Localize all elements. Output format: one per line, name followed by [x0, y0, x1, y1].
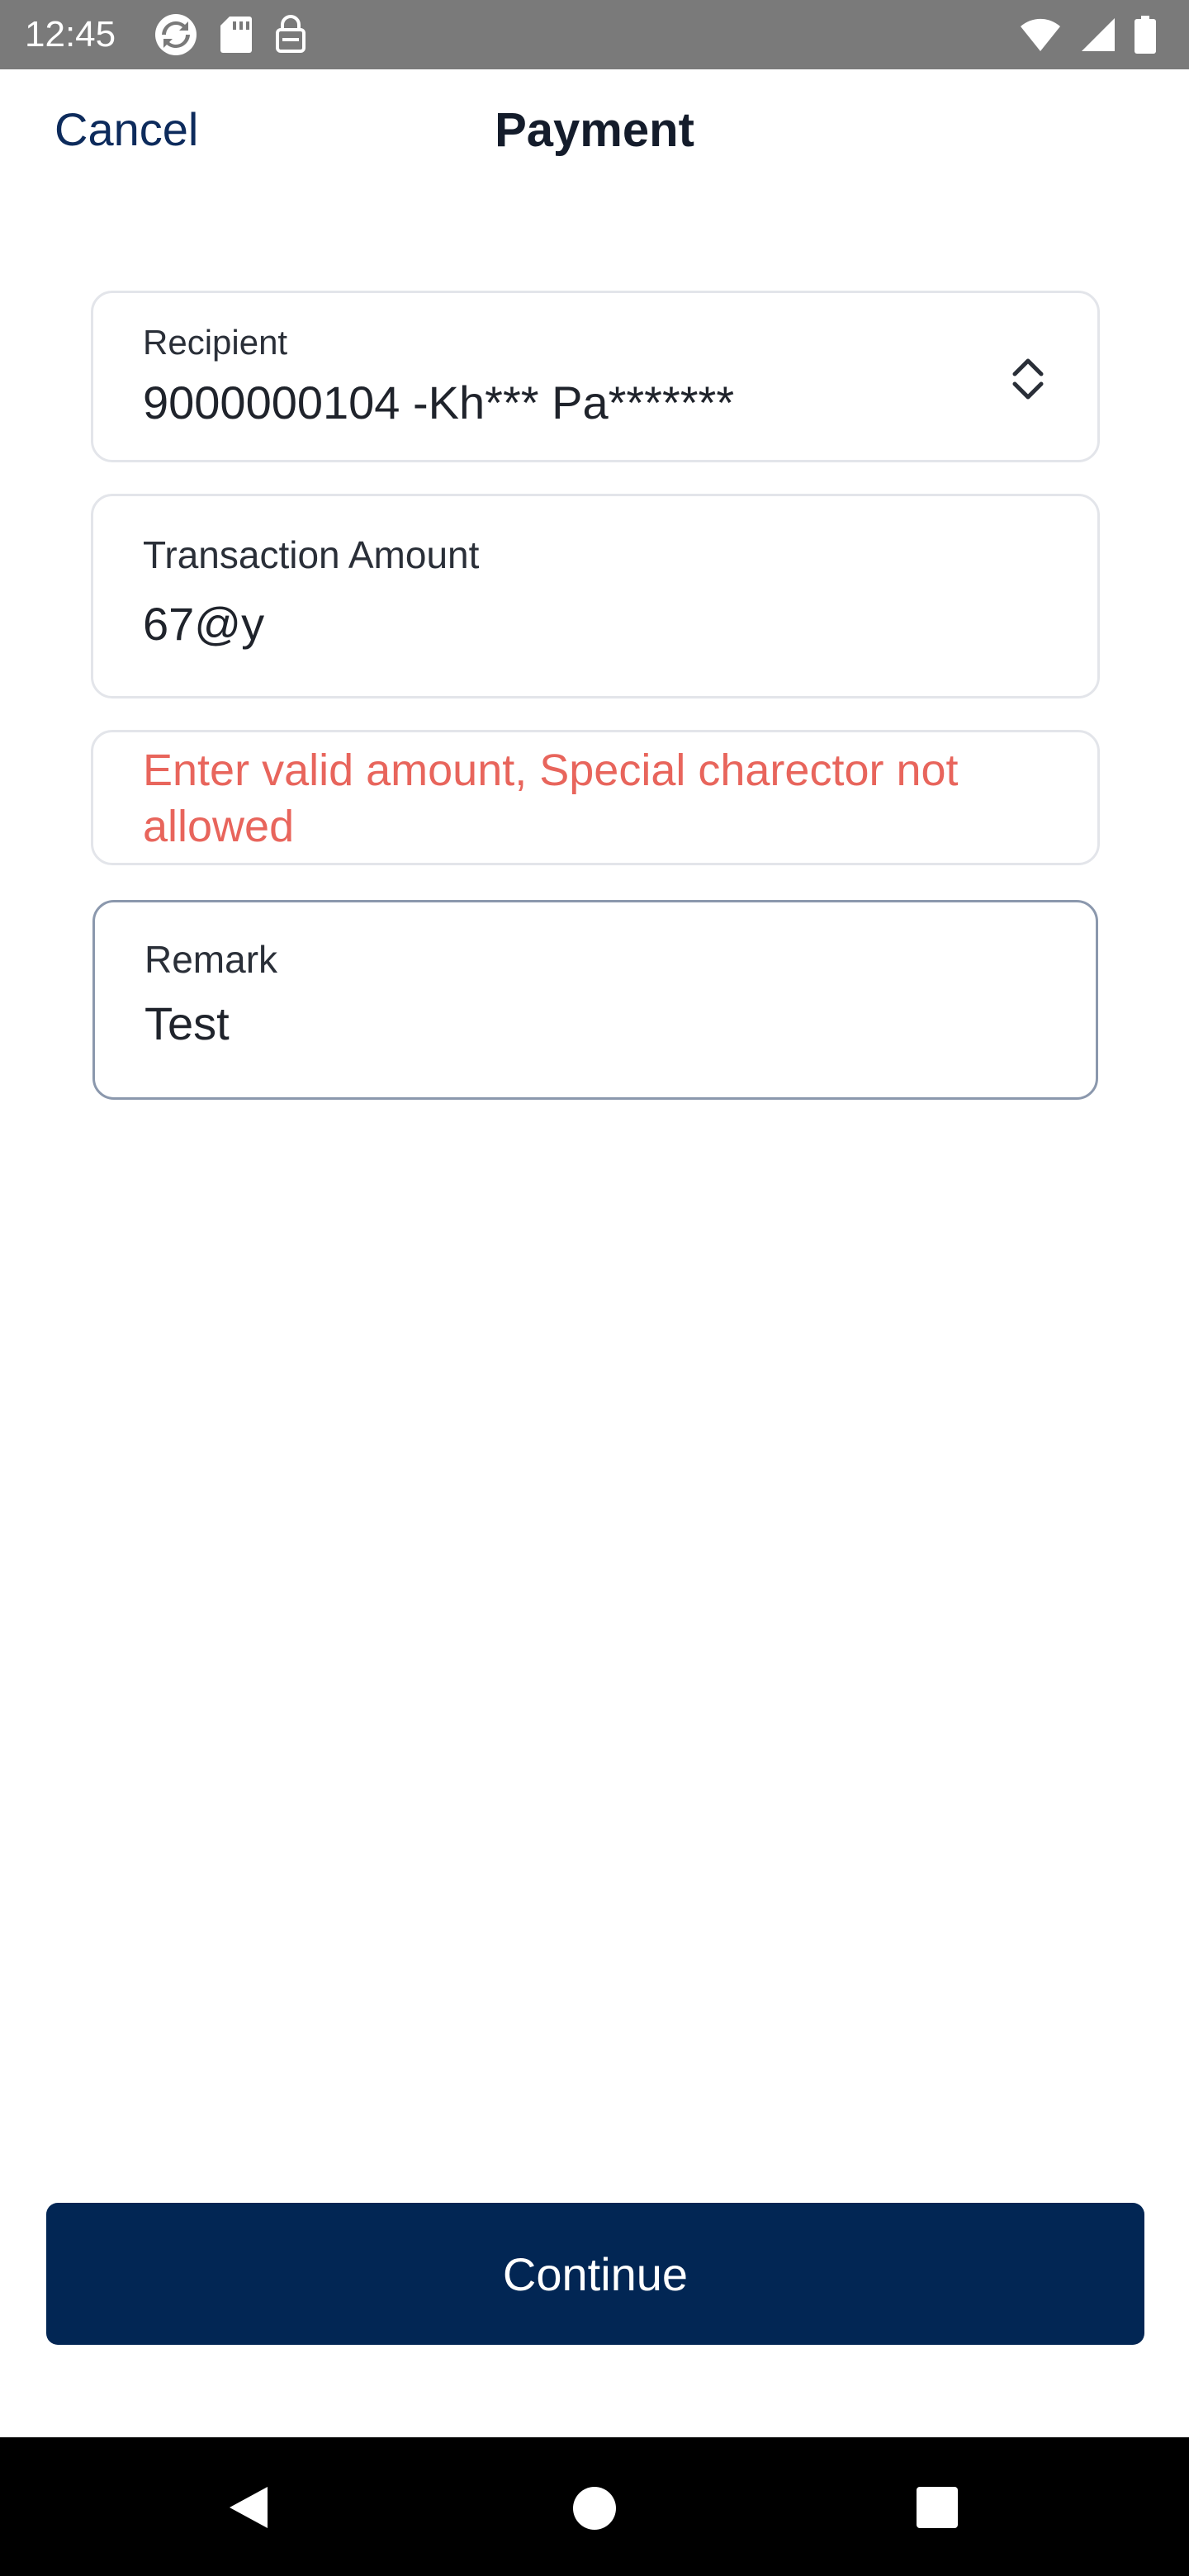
status-icons-right: [1019, 15, 1156, 54]
vpn-key-icon: [276, 15, 306, 53]
transaction-amount-input[interactable]: 67@y: [143, 597, 264, 651]
chevron-up-down-icon[interactable]: [1005, 354, 1051, 404]
sync-icon: [155, 14, 197, 55]
recipient-value: 9000000104 -Kh*** Pa*******: [143, 376, 735, 429]
transaction-amount-label: Transaction Amount: [143, 533, 480, 576]
continue-button[interactable]: Continue: [46, 2203, 1144, 2345]
recipient-label: Recipient: [143, 323, 288, 362]
status-icons-left: [154, 14, 307, 55]
back-icon[interactable]: [226, 2485, 271, 2530]
error-message-box: Enter valid amount, Special charector no…: [91, 730, 1100, 865]
status-bar: 12:45: [0, 0, 1189, 69]
home-icon[interactable]: [573, 2487, 616, 2530]
sd-card-icon: [220, 17, 252, 53]
remark-label: Remark: [144, 938, 278, 981]
recipient-select[interactable]: Recipient 9000000104 -Kh*** Pa*******: [91, 291, 1100, 462]
wifi-icon: [1021, 18, 1060, 51]
signal-icon: [1082, 18, 1115, 51]
battery-icon: [1135, 16, 1156, 54]
recents-icon[interactable]: [917, 2487, 958, 2528]
error-message: Enter valid amount, Special charector no…: [143, 746, 959, 851]
transaction-amount-field[interactable]: Transaction Amount 67@y: [91, 494, 1100, 698]
app-header: Cancel Payment: [0, 69, 1189, 193]
remark-input[interactable]: Test: [144, 997, 230, 1050]
status-time: 12:45: [25, 14, 116, 54]
remark-field[interactable]: Remark Test: [92, 900, 1098, 1100]
system-nav-bar: [0, 2437, 1189, 2576]
page-title: Payment: [495, 103, 694, 157]
